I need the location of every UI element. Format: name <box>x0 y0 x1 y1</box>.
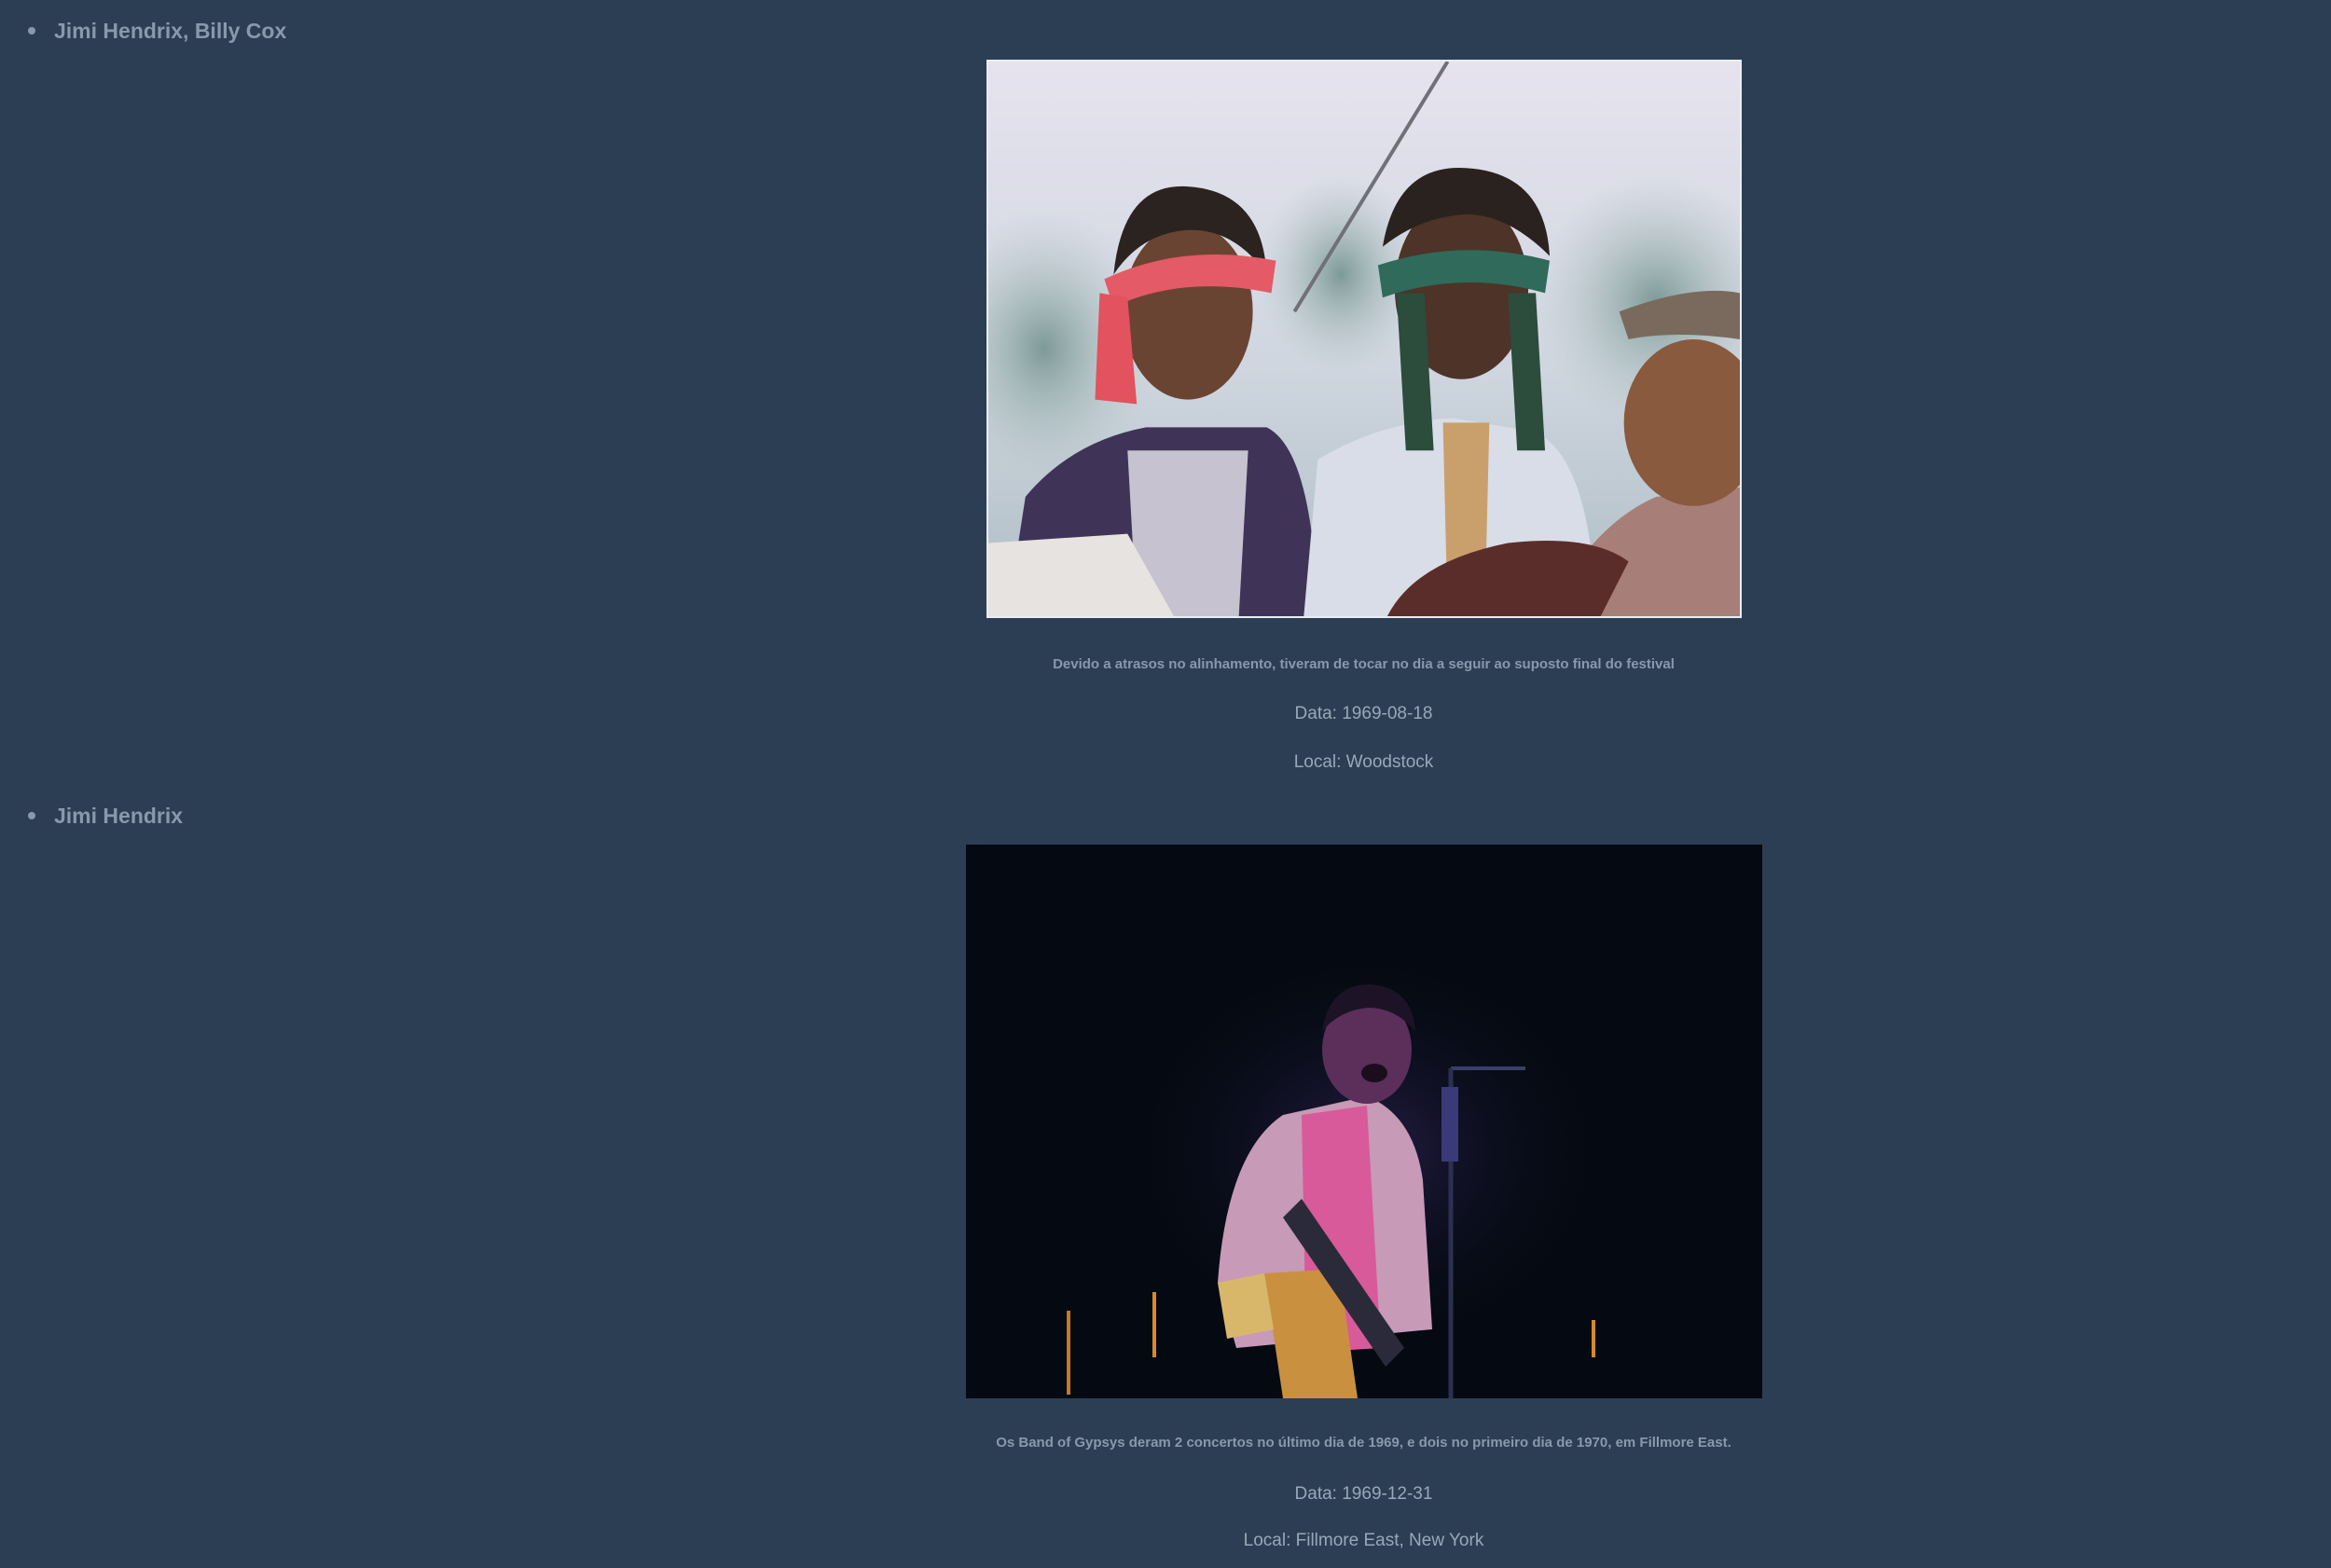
artist-name: Jimi Hendrix <box>54 803 184 828</box>
bullet-icon <box>28 812 35 819</box>
artist-name: Jimi Hendrix, Billy Cox <box>54 18 287 43</box>
bullet-icon <box>28 27 35 34</box>
concert-location: Local: Woodstock <box>1293 752 1434 772</box>
list-item: Jimi Hendrix <box>28 800 183 832</box>
concert-photo <box>966 845 1762 1398</box>
concert-date: Data: 1969-08-18 <box>1294 704 1433 723</box>
concert-date: Data: 1969-12-31 <box>1294 1484 1433 1504</box>
list-item: Jimi Hendrix, Billy Cox <box>28 15 286 47</box>
concert-location: Local: Fillmore East, New York <box>1243 1531 1484 1550</box>
photo-caption: Devido a atrasos no alinhamento, tiveram… <box>1053 656 1675 672</box>
photo-caption: Os Band of Gypsys deram 2 concertos no ú… <box>996 1435 1731 1451</box>
concert-photo <box>986 60 1742 618</box>
